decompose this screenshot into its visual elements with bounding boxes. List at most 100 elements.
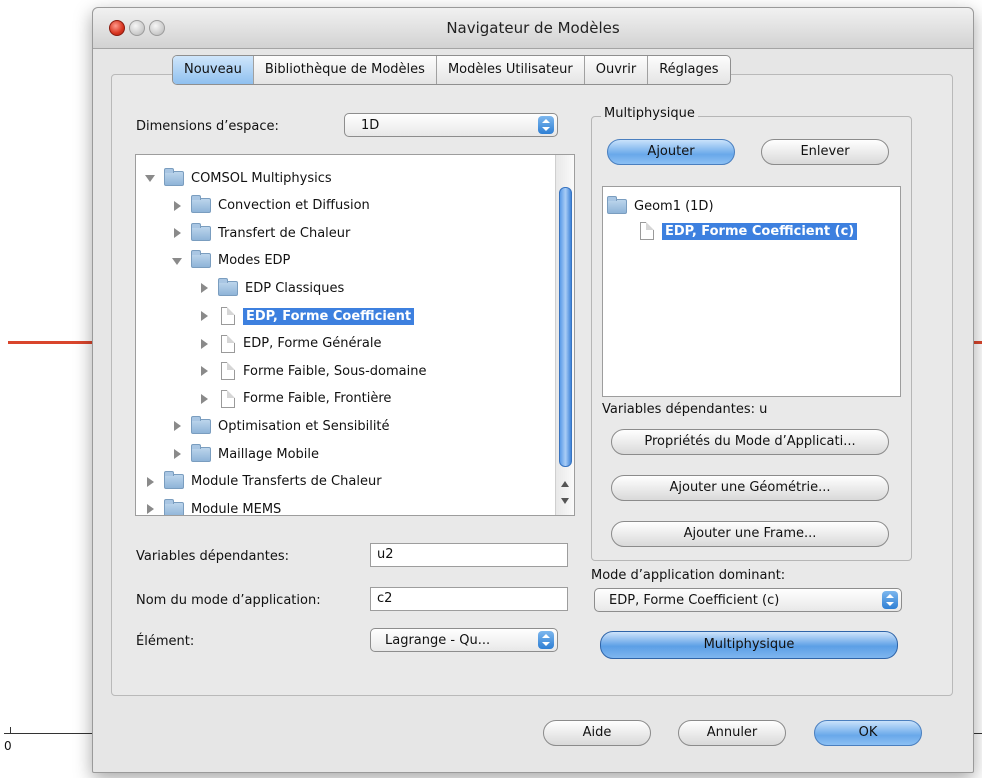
tab-bibliotheque[interactable]: Bibliothèque de Modèles: [254, 56, 437, 84]
geometry-node[interactable]: Geom1 (1D): [607, 195, 714, 217]
disclosure-collapsed-icon[interactable]: [198, 282, 210, 294]
disclosure-collapsed-icon[interactable]: [198, 338, 210, 350]
folder-icon: [191, 250, 211, 269]
disclosure-expanded-icon[interactable]: [144, 172, 156, 184]
dominant-mode-value: EDP, Forme Coefficient (c): [609, 593, 780, 608]
folder-icon: [191, 443, 211, 462]
tree-item[interactable]: Optimisation et Sensibilité: [171, 415, 390, 437]
document-icon: [221, 334, 235, 353]
application-mode-tree[interactable]: COMSOL Multiphysics Convection et Diffusi…: [135, 154, 575, 516]
tree-scroll-thumb[interactable]: [559, 187, 572, 467]
tree-item-label: Forme Faible, Frontière: [243, 391, 392, 407]
tree-item-label: Convection et Diffusion: [218, 198, 370, 214]
disclosure-collapsed-icon[interactable]: [171, 420, 183, 432]
disclosure-collapsed-icon[interactable]: [198, 365, 210, 377]
geometry-label: Geom1 (1D): [634, 198, 714, 214]
space-dimension-select[interactable]: 1D: [344, 113, 558, 137]
add-geometry-button[interactable]: Ajouter une Géométrie...: [611, 475, 889, 501]
tree-item[interactable]: EDP, Forme Générale: [198, 333, 381, 355]
tree-item[interactable]: EDP, Forme Coefficient: [198, 305, 415, 327]
tree-item-label: Maillage Mobile: [218, 446, 320, 462]
disclosure-collapsed-icon[interactable]: [144, 476, 156, 488]
element-select[interactable]: Lagrange - Qu...: [370, 628, 558, 652]
tree-item[interactable]: Forme Faible, Frontière: [198, 388, 391, 410]
plot-axis-zero-label: 0: [4, 739, 12, 753]
application-mode-properties-button[interactable]: Propriétés du Mode d’Applicati...: [611, 429, 889, 455]
mode-node[interactable]: EDP, Forme Coefficient (c): [637, 220, 858, 242]
document-icon: [640, 222, 654, 240]
tab-modeles-utilisateur[interactable]: Modèles Utilisateur: [437, 56, 585, 84]
tab-nouveau[interactable]: Nouveau: [173, 56, 254, 84]
multiphysics-group-title: Multiphysique: [601, 106, 698, 121]
tree-item[interactable]: EDP Classiques: [198, 277, 344, 299]
model-navigator-window: Navigateur de Modèles Nouveau Bibliothèq…: [92, 7, 974, 773]
remove-button[interactable]: Enlever: [761, 139, 889, 165]
tree-item-label: Module Transferts de Chaleur: [191, 474, 382, 490]
tree-item-label: EDP, Forme Générale: [243, 336, 382, 352]
folder-icon: [191, 415, 211, 434]
dependent-variables-field[interactable]: u2: [370, 543, 568, 567]
folder-icon: [191, 195, 211, 214]
tree-item[interactable]: Transfert de Chaleur: [171, 222, 350, 244]
document-icon: [221, 307, 235, 325]
element-label: Élément:: [136, 634, 195, 649]
scroll-down-arrow-icon[interactable]: [561, 498, 569, 504]
element-value: Lagrange - Qu...: [385, 633, 491, 648]
application-name-field[interactable]: c2: [370, 587, 568, 611]
plot-axis-left: [4, 733, 92, 734]
popup-arrows-icon: [882, 591, 898, 609]
cancel-button[interactable]: Annuler: [678, 720, 786, 746]
tree-item[interactable]: COMSOL Multiphysics: [144, 167, 332, 189]
tree-item-label: Modes EDP: [218, 253, 291, 269]
scroll-up-arrow-icon[interactable]: [561, 481, 569, 487]
add-button[interactable]: Ajouter: [607, 139, 735, 165]
tree-scrollbar[interactable]: [555, 155, 574, 515]
disclosure-collapsed-icon[interactable]: [171, 448, 183, 460]
document-icon: [221, 362, 235, 381]
tab-reglages[interactable]: Réglages: [648, 56, 729, 84]
tree-item[interactable]: Module Transferts de Chaleur: [144, 471, 382, 493]
popup-arrows-icon: [538, 116, 554, 134]
right-dependent-variables-text: Variables dépendantes: u: [602, 402, 768, 417]
ok-button[interactable]: OK: [814, 720, 922, 746]
plot-line-left: [8, 341, 92, 344]
folder-icon: [164, 167, 184, 186]
folder-icon: [164, 471, 184, 490]
help-button[interactable]: Aide: [543, 720, 651, 746]
add-frame-button[interactable]: Ajouter une Frame...: [611, 521, 889, 547]
tab-bar: Nouveau Bibliothèque de Modèles Modèles …: [172, 55, 731, 85]
tree-item-label: Forme Faible, Sous-domaine: [243, 363, 427, 379]
dependent-variables-label: Variables dépendantes:: [136, 549, 289, 564]
tree-item-label: EDP Classiques: [245, 280, 345, 296]
disclosure-collapsed-icon[interactable]: [198, 310, 210, 322]
disclosure-collapsed-icon[interactable]: [144, 503, 156, 515]
tab-ouvrir[interactable]: Ouvrir: [585, 56, 649, 84]
space-dimension-label: Dimensions d’espace:: [136, 119, 279, 134]
disclosure-collapsed-icon[interactable]: [171, 227, 183, 239]
folder-icon: [218, 277, 238, 296]
document-icon: [221, 389, 235, 408]
space-dimension-value: 1D: [361, 118, 380, 133]
popup-arrows-icon: [538, 631, 554, 649]
tree-item[interactable]: Modes EDP: [171, 250, 290, 272]
multiphysics-list[interactable]: Geom1 (1D) EDP, Forme Coefficient (c): [602, 186, 901, 397]
tree-item[interactable]: Maillage Mobile: [171, 443, 319, 465]
title-bar: Navigateur de Modèles: [93, 8, 973, 49]
tree-item[interactable]: Forme Faible, Sous-domaine: [198, 360, 426, 382]
folder-icon: [164, 498, 184, 515]
tree-item-label: Optimisation et Sensibilité: [218, 418, 390, 434]
disclosure-collapsed-icon[interactable]: [171, 200, 183, 212]
folder-icon: [607, 195, 627, 214]
dominant-mode-select[interactable]: EDP, Forme Coefficient (c): [594, 588, 902, 612]
multiphysics-button[interactable]: Multiphysique: [600, 631, 898, 659]
disclosure-collapsed-icon[interactable]: [198, 393, 210, 405]
disclosure-expanded-icon[interactable]: [171, 255, 183, 267]
tree-item[interactable]: Convection et Diffusion: [171, 195, 370, 217]
mode-label: EDP, Forme Coefficient (c): [662, 222, 858, 240]
tree-item-label: EDP, Forme Coefficient: [243, 307, 415, 325]
tree-item[interactable]: Module MEMS: [144, 498, 281, 515]
application-name-label: Nom du mode d’application:: [136, 593, 321, 608]
plot-axis-tick: [10, 727, 11, 734]
dominant-mode-label: Mode d’application dominant:: [591, 568, 786, 583]
folder-icon: [191, 222, 211, 241]
